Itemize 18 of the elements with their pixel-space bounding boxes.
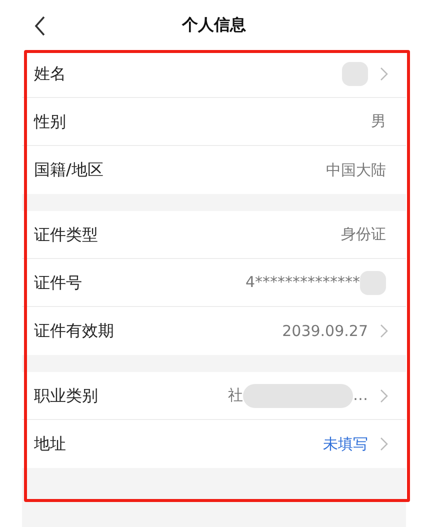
back-icon[interactable] [34, 16, 46, 36]
row-value: … [353, 385, 368, 406]
row-value: 未填写 [323, 434, 368, 455]
page-title: 个人信息 [182, 14, 246, 36]
row-label: 证件类型 [34, 224, 98, 246]
row-value: 中国大陆 [326, 160, 386, 181]
row-value: 2039.09.27 [282, 320, 368, 342]
row-label: 职业类别 [34, 384, 98, 406]
row-label: 国籍/地区 [34, 159, 104, 181]
row-value: 身份证 [341, 224, 386, 246]
row-value: 社 [228, 385, 243, 406]
row-value: 男 [371, 111, 386, 132]
row-label: 证件号 [34, 272, 82, 294]
row-label: 姓名 [34, 62, 66, 84]
row-value: 4************** [245, 272, 360, 294]
row-label: 性别 [34, 110, 66, 132]
row-label: 证件有效期 [34, 320, 114, 342]
row-label: 地址 [34, 433, 66, 455]
